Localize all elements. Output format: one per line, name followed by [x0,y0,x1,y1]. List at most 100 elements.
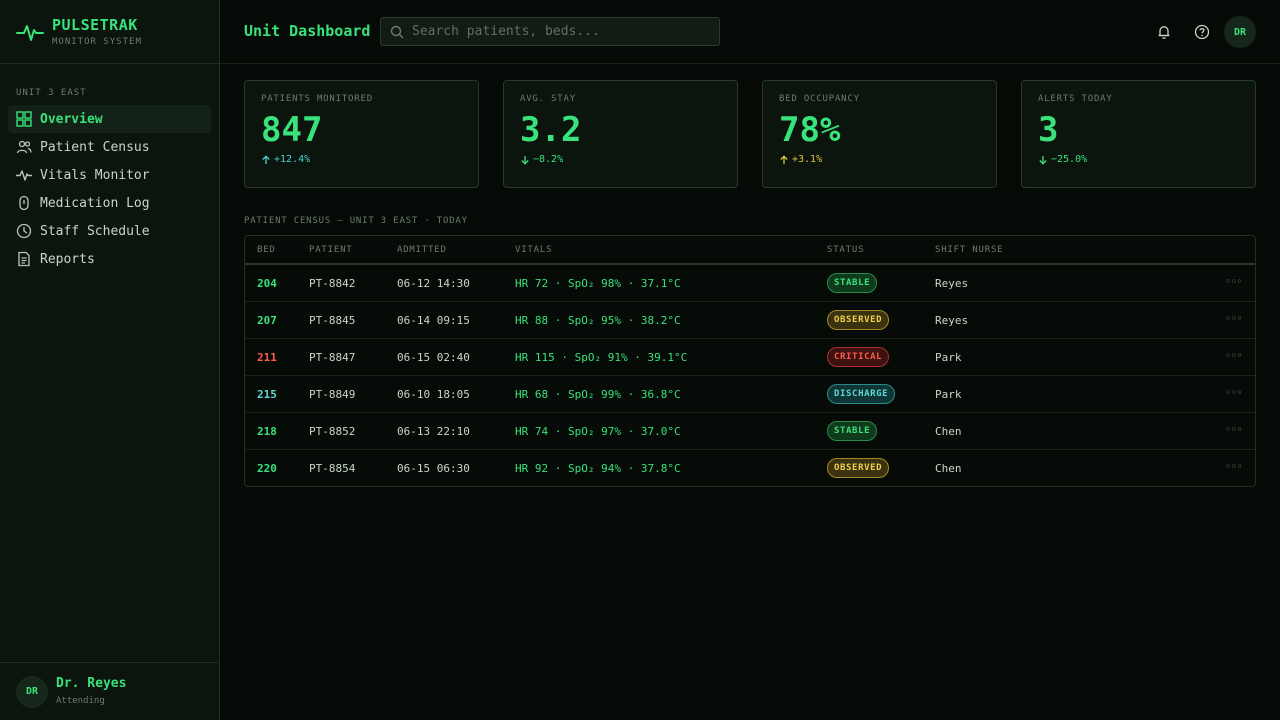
status-badge: OBSERVED [827,458,890,478]
table-caption: PATIENT CENSUS — UNIT 3 EAST · TODAY [244,216,468,226]
grid-icon [16,111,32,127]
document-icon [18,251,30,267]
shift-nurse-cell: Chen [935,462,962,475]
stat-delta-value: −8.2% [533,154,564,165]
bell-icon [1158,26,1170,39]
sidebar-item-patient-census[interactable]: Patient Census [8,133,211,161]
shift-nurse-cell: Park [935,388,962,401]
stat-value: 3 [1038,110,1059,150]
sidebar-item-label: Overview [40,111,103,127]
status-badge: DISCHARGE [827,384,896,404]
patient-cell: PT-8849 [309,388,356,401]
arrow-up-icon [780,154,788,164]
vitals-cell: HR 115 · SpO₂ 91% · 39.1°C [515,351,688,364]
bed-cell: 215 [257,388,277,401]
admitted-cell: 06-14 09:15 [397,314,470,327]
more-icon[interactable]: ◦◦◦ [1225,312,1243,325]
status-badge: OBSERVED [827,310,890,330]
patient-cell: PT-8854 [309,462,356,475]
stat-delta-value: +3.1% [792,154,823,165]
shift-nurse-cell: Chen [935,425,962,438]
vitals-cell: HR 88 · SpO₂ 95% · 38.2°C [515,314,681,327]
stat-card-patients-monitored: PATIENTS MONITORED 847 +12.4% [244,80,479,188]
help-button[interactable] [1192,22,1212,42]
sidebar-item-label: Patient Census [40,139,150,155]
help-icon [1194,24,1210,40]
sidebar-item-staff-schedule[interactable]: Staff Schedule [8,217,211,245]
stat-delta: +12.4% [261,154,462,165]
shift-nurse-cell: Park [935,351,962,364]
status-badge: CRITICAL [827,347,890,367]
bed-cell: 204 [257,277,277,290]
stat-card-bed-occupancy: BED OCCUPANCY 78% +3.1% [762,80,997,188]
header-avatar[interactable]: DR [1224,16,1256,48]
patient-cell: PT-8842 [309,277,356,290]
table-row[interactable]: 218 PT-8852 06-13 22:10 HR 74 · SpO₂ 97% · … [245,413,1255,450]
brand[interactable]: PULSETRAK MONITOR SYSTEM [0,0,219,64]
avatar: DR [16,675,48,708]
patient-cell: PT-8852 [309,425,356,438]
table-row[interactable]: 211 PT-8847 06-15 02:40 HR 115 · SpO₂ 91% ·… [245,339,1255,376]
stat-label: PATIENTS MONITORED [261,94,373,104]
vitals-cell: HR 92 · SpO₂ 94% · 37.8°C [515,462,681,475]
bed-cell: 218 [257,425,277,438]
user-role: Attending [56,695,105,706]
column-header-shift-nurse[interactable]: SHIFT NURSE [935,245,1003,255]
patient-census-table: BED PATIENT ADMITTED VITALS STATUS SHIFT… [244,235,1256,487]
table-row[interactable]: 207 PT-8845 06-14 09:15 HR 88 · SpO₂ 95% · … [245,302,1255,339]
sidebar-item-label: Staff Schedule [40,223,150,239]
table-header: BED PATIENT ADMITTED VITALS STATUS SHIFT… [245,236,1255,265]
vitals-cell: HR 72 · SpO₂ 98% · 37.1°C [515,277,681,290]
more-icon[interactable]: ◦◦◦ [1225,349,1243,362]
table-row[interactable]: 215 PT-8849 06-10 18:05 HR 68 · SpO₂ 99% · … [245,376,1255,413]
user-name: Dr. Reyes [56,675,127,691]
sidebar-item-overview[interactable]: Overview [8,105,211,133]
sidebar-item-label: Vitals Monitor [40,167,150,183]
column-header-admitted[interactable]: ADMITTED [397,245,447,255]
more-icon[interactable]: ◦◦◦ [1225,275,1243,288]
more-icon[interactable]: ◦◦◦ [1225,386,1243,399]
stat-label: BED OCCUPANCY [779,94,860,104]
sidebar: PULSETRAK MONITOR SYSTEM UNIT 3 EAST Ove… [0,0,220,720]
user-profile[interactable]: DR Dr. Reyes Attending [0,662,219,720]
sidebar-item-reports[interactable]: Reports [8,245,211,273]
arrow-up-icon [262,154,270,164]
table-row[interactable]: 204 PT-8842 06-12 14:30 HR 72 · SpO₂ 98% · … [245,265,1255,302]
stat-delta: +3.1% [779,154,980,165]
column-header-patient[interactable]: PATIENT [309,245,353,255]
admitted-cell: 06-13 22:10 [397,425,470,438]
arrow-down-icon [521,155,529,165]
search-input[interactable] [412,24,702,39]
more-icon[interactable]: ◦◦◦ [1225,423,1243,436]
sidebar-item-medication-log[interactable]: Medication Log [8,189,211,217]
brand-name: PULSETRAK [52,15,138,34]
stat-value: 847 [261,110,323,150]
admitted-cell: 06-10 18:05 [397,388,470,401]
pulse-icon [16,24,44,41]
more-icon[interactable]: ◦◦◦ [1225,460,1243,473]
arrow-down-icon [1039,155,1047,165]
vitals-cell: HR 68 · SpO₂ 99% · 36.8°C [515,388,681,401]
table-row[interactable]: 220 PT-8854 06-15 06:30 HR 92 · SpO₂ 94% · … [245,450,1255,486]
stat-label: AVG. STAY [520,94,576,104]
sidebar-item-vitals-monitor[interactable]: Vitals Monitor [8,161,211,189]
column-header-bed[interactable]: BED [257,245,276,255]
sidebar-section-label: UNIT 3 EAST [16,88,87,98]
stat-delta: −25.0% [1038,154,1239,165]
pulse-icon [16,170,32,181]
vitals-cell: HR 74 · SpO₂ 97% · 37.0°C [515,425,681,438]
admitted-cell: 06-15 06:30 [397,462,470,475]
column-header-vitals[interactable]: VITALS [515,245,552,255]
bed-cell: 220 [257,462,277,475]
page-title: Unit Dashboard [244,22,371,40]
stat-value: 78% [779,110,841,150]
stat-label: ALERTS TODAY [1038,94,1113,104]
shift-nurse-cell: Reyes [935,277,969,290]
admitted-cell: 06-12 14:30 [397,277,470,290]
status-badge: STABLE [827,273,878,293]
column-header-status[interactable]: STATUS [827,245,864,255]
search-box[interactable] [380,17,720,46]
admitted-cell: 06-15 02:40 [397,351,470,364]
brand-subtitle: MONITOR SYSTEM [52,36,142,47]
notifications-button[interactable] [1154,22,1174,42]
